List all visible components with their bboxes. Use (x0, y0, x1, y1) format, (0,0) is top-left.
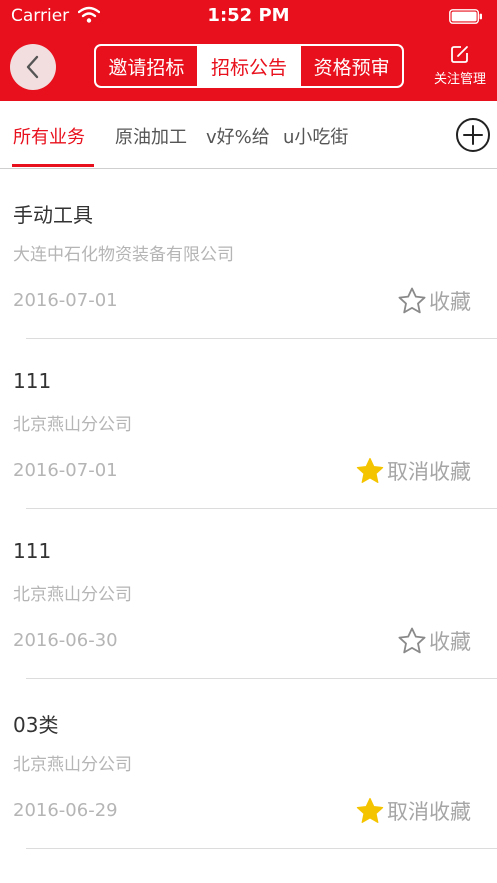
navigation-bar: Carrier 1:52 PM 邀请招标 招标公告 资格预审 关注管理 (0, 0, 497, 101)
business-tab-bar: 所有业务 原油加工 v好%给 u小吃街 (0, 101, 497, 169)
segment-label: 邀请招标 (108, 56, 185, 79)
item-title: 03类 (13, 713, 59, 737)
back-button[interactable] (10, 44, 56, 90)
divider (26, 848, 497, 849)
segment-label: 招标公告 (211, 56, 288, 79)
unfavorite-button[interactable]: 取消收藏 (355, 796, 471, 826)
bid-notice-list: 手动工具 大连中石化物资装备有限公司 2016-07-01 收藏 111 北京燕… (0, 169, 497, 849)
segment-invite-bid[interactable]: 邀请招标 (96, 46, 197, 86)
list-item[interactable]: 手动工具 大连中石化物资装备有限公司 2016-07-01 收藏 (0, 169, 497, 339)
item-title: 111 (13, 539, 52, 563)
follow-management-label: 关注管理 (433, 72, 486, 87)
item-title: 手动工具 (13, 203, 93, 227)
item-date: 2016-06-30 (13, 630, 118, 651)
segment-label: 资格预审 (313, 56, 390, 79)
favorite-button[interactable]: 收藏 (397, 286, 471, 316)
list-item[interactable]: 111 北京燕山分公司 2016-07-01 取消收藏 (0, 339, 497, 509)
item-company: 北京燕山分公司 (13, 415, 132, 435)
favorite-label: 收藏 (429, 630, 471, 654)
unfavorite-button[interactable]: 取消收藏 (355, 456, 471, 486)
item-date: 2016-07-01 (13, 460, 118, 481)
active-tab-indicator (12, 164, 94, 167)
tab-all-business[interactable]: 所有业务 (13, 123, 85, 149)
tab-u-snack-street[interactable]: u小吃街 (283, 123, 348, 149)
follow-management-button[interactable]: 关注管理 (424, 44, 496, 88)
status-bar: Carrier 1:52 PM (0, 0, 497, 34)
item-company: 北京燕山分公司 (13, 755, 132, 775)
chevron-left-icon (26, 55, 39, 79)
segment-bid-notice[interactable]: 招标公告 (196, 46, 300, 86)
item-date: 2016-07-01 (13, 290, 118, 311)
item-company: 北京燕山分公司 (13, 585, 132, 605)
favorite-label: 取消收藏 (387, 800, 471, 824)
item-date: 2016-06-29 (13, 800, 118, 821)
plus-circle-icon[interactable] (455, 117, 491, 153)
star-outline-icon (398, 287, 426, 314)
segment-prequalification[interactable]: 资格预审 (299, 46, 402, 86)
favorite-label: 收藏 (429, 290, 471, 314)
status-time: 1:52 PM (207, 5, 290, 26)
edit-icon (451, 46, 468, 63)
category-segmented-control: 邀请招标 招标公告 资格预审 (94, 44, 404, 88)
star-filled-icon (356, 797, 384, 823)
list-item[interactable]: 111 北京燕山分公司 2016-06-30 收藏 (0, 509, 497, 679)
item-title: 111 (13, 369, 52, 393)
list-item[interactable]: 03类 北京燕山分公司 2016-06-29 取消收藏 (0, 679, 497, 849)
item-company: 大连中石化物资装备有限公司 (13, 245, 234, 265)
battery-icon (449, 9, 482, 24)
tab-crude-processing[interactable]: 原油加工 (115, 123, 187, 149)
favorite-button[interactable]: 收藏 (397, 626, 471, 656)
tab-v-hao-gei[interactable]: v好%给 (206, 123, 270, 149)
star-filled-icon (356, 457, 384, 483)
star-outline-icon (398, 627, 426, 654)
favorite-label: 取消收藏 (387, 460, 471, 484)
